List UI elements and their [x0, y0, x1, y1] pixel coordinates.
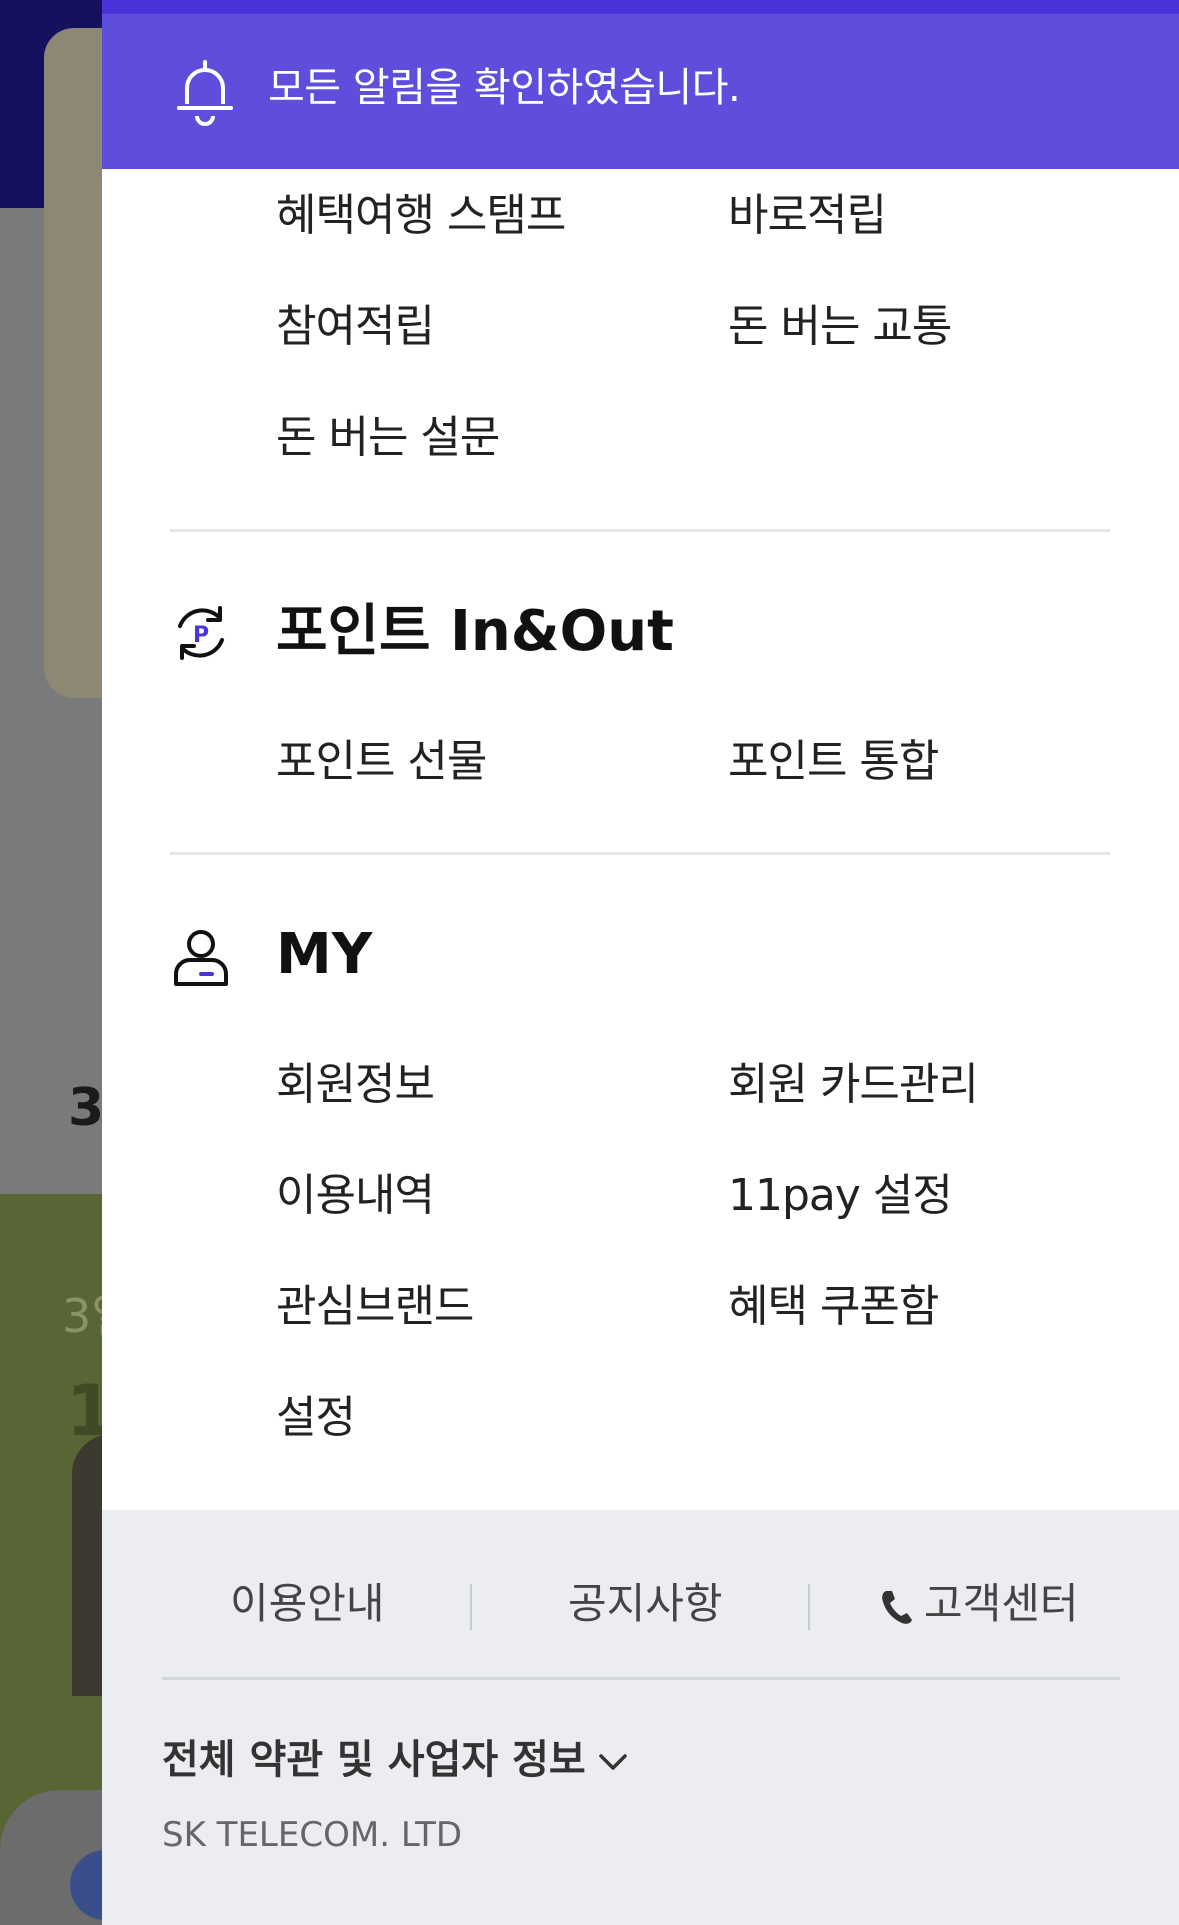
- footer-separator: [470, 1584, 472, 1630]
- section-divider: [170, 852, 1110, 855]
- notification-banner[interactable]: 모든 알림을 확인하였습니다.: [102, 14, 1179, 169]
- drawer-footer: 이용안내 공지사항 고객센터 전체 약관 및 사업자 정보 SK TELECOM…: [102, 1510, 1179, 1925]
- phone-icon: [882, 1590, 912, 1624]
- notification-message: 모든 알림을 확인하였습니다.: [268, 65, 741, 111]
- user-icon: [174, 930, 228, 986]
- menu-item-settings[interactable]: 설정: [276, 1388, 356, 1448]
- point-exchange-icon: P: [178, 606, 224, 660]
- menu-item-money-transport[interactable]: 돈 버는 교통: [728, 297, 952, 357]
- menu-item-point-gift[interactable]: 포인트 선물: [276, 732, 487, 792]
- menu-item-instant-reward[interactable]: 바로적립: [728, 186, 887, 246]
- svg-text:P: P: [193, 623, 209, 648]
- chevron-down-icon: [598, 1754, 627, 1770]
- menu-item-member-info[interactable]: 회원정보: [276, 1055, 435, 1115]
- menu-item-favorite-brands[interactable]: 관심브랜드: [276, 1277, 474, 1337]
- drawer-top-accent: [102, 0, 1179, 14]
- section-title-my: MY: [276, 922, 373, 987]
- footer-separator: [808, 1584, 810, 1630]
- company-name: SK TELECOM. LTD: [162, 1815, 463, 1855]
- terms-toggle[interactable]: 전체 약관 및 사업자 정보: [162, 1730, 628, 1790]
- footer-link-guide[interactable]: 이용안내: [230, 1564, 385, 1644]
- footer-divider: [162, 1677, 1120, 1680]
- background-partial-number: 3: [68, 1078, 105, 1138]
- menu-item-benefit-stamp[interactable]: 혜택여행 스탬프: [276, 186, 566, 246]
- section-divider: [170, 529, 1110, 532]
- menu-item-participation-reward[interactable]: 참여적립: [276, 297, 435, 357]
- menu-item-point-merge[interactable]: 포인트 통합: [728, 732, 939, 792]
- footer-link-customer-center[interactable]: 고객센터: [880, 1564, 1079, 1644]
- menu-item-money-survey[interactable]: 돈 버는 설문: [276, 408, 500, 468]
- menu-item-card-management[interactable]: 회원 카드관리: [728, 1055, 979, 1115]
- terms-label: 전체 약관 및 사업자 정보: [162, 1737, 586, 1783]
- menu-item-usage-history[interactable]: 이용내역: [276, 1166, 435, 1226]
- menu-item-coupon-box[interactable]: 혜택 쿠폰함: [728, 1277, 939, 1337]
- side-menu-drawer: 모든 알림을 확인하였습니다. 혜택여행 스탬프 바로적립 참여적립 돈 버는 …: [102, 0, 1179, 1925]
- section-title-point: 포인트 In&Out: [276, 599, 674, 664]
- bell-icon: [177, 60, 233, 126]
- footer-link-notice[interactable]: 공지사항: [568, 1564, 723, 1644]
- menu-item-11pay-settings[interactable]: 11pay 설정: [728, 1166, 953, 1226]
- customer-center-label: 고객센터: [924, 1579, 1079, 1628]
